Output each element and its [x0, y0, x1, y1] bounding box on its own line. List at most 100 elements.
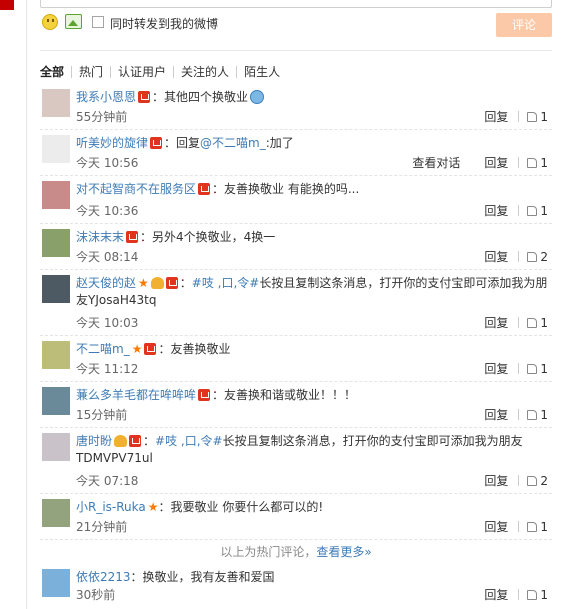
avatar[interactable] [42, 181, 70, 209]
comment-item: 小R_is-Ruka ★：我要敬业 你要什么都可以的! 21分钟前 回复 1 [40, 494, 552, 540]
comment-text: ：其他四个换敬业 [152, 90, 249, 104]
comment-actions: 回复 1 [484, 314, 548, 331]
reply-link[interactable]: 回复 [484, 586, 508, 603]
filter-hot[interactable]: 热门 [71, 66, 110, 78]
comment-actions: 回复 1 [484, 586, 548, 603]
avatar[interactable] [42, 275, 70, 303]
comment-text: ：换敬业，我有友善和爱国 [130, 570, 275, 584]
filter-following[interactable]: 关注的人 [173, 66, 236, 78]
avatar[interactable] [42, 499, 70, 527]
comment-text: ：友善换敬业 有能换的吗... [212, 182, 360, 196]
comment-username[interactable]: 听美妙的旋律 [76, 136, 148, 150]
reply-link[interactable]: 回复 [484, 154, 508, 171]
repost-checkbox[interactable] [92, 16, 104, 28]
comment-content: 对不起智商不在服务区 ：友善换敬业 有能换的吗... [76, 181, 548, 198]
repost-label: 同时转发到我的微博 [110, 17, 219, 31]
like-count: 1 [540, 155, 548, 170]
reply-link[interactable]: 回复 [484, 108, 508, 125]
vip-badge-icon[interactable] [198, 389, 211, 401]
reply-link[interactable]: 回复 [484, 406, 508, 423]
thumbs-up-icon[interactable] [527, 363, 538, 374]
crown-badge-icon [150, 277, 164, 289]
thumbs-up-icon[interactable] [527, 157, 538, 168]
star-badge-icon: ★ [138, 276, 149, 290]
reply-link[interactable]: 回复 [484, 518, 508, 535]
action-separator [518, 521, 520, 532]
comment-item: 对不起智商不在服务区 ：友善换敬业 有能换的吗... 今天 10:36 回复 1 [40, 176, 552, 224]
avatar[interactable] [42, 89, 70, 117]
comment-username[interactable]: 小R_is-Ruka [76, 500, 146, 514]
vip-badge-icon[interactable] [198, 183, 211, 195]
filter-verified[interactable]: 认证用户 [110, 66, 173, 78]
reply-link[interactable]: 回复 [484, 472, 508, 489]
vip-badge-icon[interactable] [138, 91, 151, 103]
thumbs-up-icon[interactable] [527, 409, 538, 420]
comment-time: 30秒前 [76, 588, 116, 602]
comment-actions: 回复 1 [484, 108, 548, 125]
comment-username[interactable]: 不二喵m_ [76, 342, 130, 356]
comment-username[interactable]: 对不起智商不在服务区 [76, 182, 196, 196]
comment-content: 我系小恩恩 ：其他四个换敬业 [76, 89, 548, 106]
comment-username[interactable]: 唐时盼 [76, 434, 112, 448]
thumbs-up-icon[interactable] [527, 205, 538, 216]
hot-end-text: 以上为热门评论， [220, 545, 317, 559]
emoticon-icon [250, 90, 265, 104]
reply-link[interactable]: 回复 [484, 360, 508, 377]
comment-item: 唐时盼 ：#吱 ,口,令#长按且复制这条消息，打开你的支付宝即可添加我为朋友TDM… [40, 428, 552, 494]
comment-item: 依依2213：换敬业，我有友善和爱国 30秒前 回复 1 [40, 564, 552, 608]
vip-badge-icon[interactable] [165, 277, 178, 289]
filter-strangers[interactable]: 陌生人 [236, 66, 287, 78]
comment-actions: 回复 1 [484, 360, 548, 377]
comment-time: 今天 10:56 [76, 156, 139, 170]
comment-actions: 回复 2 [484, 248, 548, 265]
avatar[interactable] [42, 569, 70, 597]
action-separator [518, 205, 520, 216]
comment-text: ：另外4个换敬业，4换一 [140, 230, 276, 244]
comment-content: 赵天俊的赵 ★ ：#吱 ,口,令#长按且复制这条消息，打开你的支付宝即可添加我为朋友… [76, 275, 548, 309]
comment-actions: 回复 2 [484, 472, 548, 489]
comment-time: 今天 08:14 [76, 250, 139, 264]
view-conversation-link[interactable]: 查看对话 [412, 154, 460, 171]
divider [40, 50, 552, 51]
comment-topic[interactable]: #吱 ,口,令# [192, 276, 260, 290]
comment-username[interactable]: 沫沫末末 [76, 230, 124, 244]
comment-textarea[interactable] [40, 0, 552, 8]
thumbs-up-icon[interactable] [527, 521, 538, 532]
comment-username[interactable]: 依依2213 [76, 570, 131, 584]
comment-time: 15分钟前 [76, 408, 128, 422]
reply-link[interactable]: 回复 [484, 248, 508, 265]
action-separator [518, 157, 520, 168]
comment-actions: 回复 1 [484, 406, 548, 423]
comment-username[interactable]: 我系小恩恩 [76, 90, 136, 104]
filter-all[interactable]: 全部 [40, 66, 71, 78]
thumbs-up-icon[interactable] [527, 475, 538, 486]
comment-actions: 查看对话 回复 1 [412, 154, 548, 171]
comment-username[interactable]: 赵天俊的赵 [76, 276, 136, 290]
avatar[interactable] [42, 135, 70, 163]
vip-badge-icon[interactable] [144, 343, 157, 355]
vip-badge-icon[interactable] [129, 435, 142, 447]
avatar[interactable] [42, 341, 70, 369]
avatar[interactable] [42, 433, 70, 461]
reply-link[interactable]: 回复 [484, 202, 508, 219]
comment-text: ：友善换敬业 [158, 342, 231, 356]
thumbs-up-icon[interactable] [527, 111, 538, 122]
thumbs-up-icon[interactable] [527, 589, 538, 600]
comment-content: 蒹么多羊毛都在哞哞哞 ：友善换和谐或敬业！！！ [76, 387, 548, 404]
thumbs-up-icon[interactable] [527, 317, 538, 328]
avatar[interactable] [42, 387, 70, 415]
vip-badge-icon[interactable] [150, 137, 163, 149]
comment-topic[interactable]: #吱 ,口,令# [155, 434, 223, 448]
avatar[interactable] [42, 229, 70, 257]
smiley-icon[interactable] [42, 14, 58, 30]
comment-text: ： [143, 434, 156, 448]
thumbs-up-icon[interactable] [527, 251, 538, 262]
see-more-link[interactable]: 查看更多» [316, 545, 371, 559]
reply-link[interactable]: 回复 [484, 314, 508, 331]
image-icon[interactable] [65, 14, 82, 29]
vip-badge-icon[interactable] [126, 231, 139, 243]
action-separator [518, 111, 520, 122]
comment-username[interactable]: 蒹么多羊毛都在哞哞哞 [76, 388, 196, 402]
comment-mention[interactable]: @不二喵m_ [200, 136, 266, 150]
comment-submit-button[interactable]: 评论 [496, 13, 552, 37]
